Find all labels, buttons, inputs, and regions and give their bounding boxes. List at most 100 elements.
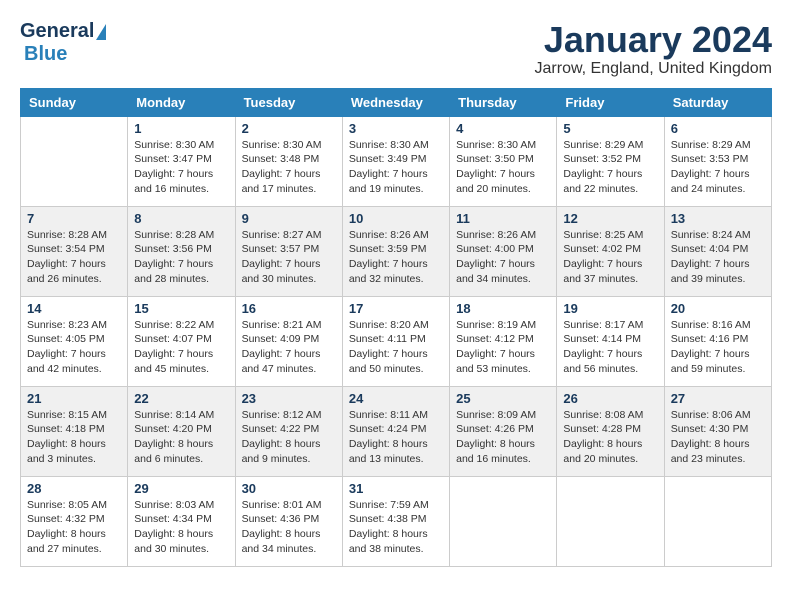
- day-info: Sunrise: 7:59 AM Sunset: 4:38 PM Dayligh…: [349, 498, 443, 557]
- table-row: 14Sunrise: 8:23 AM Sunset: 4:05 PM Dayli…: [21, 296, 128, 386]
- header-friday: Friday: [557, 88, 664, 116]
- table-row: 23 Sunrise: 8:12 AM Sunset: 4:22 PM Dayli…: [235, 386, 342, 476]
- calendar-header-row: Sunday Monday Tuesday Wednesday Thursday…: [21, 88, 772, 116]
- day-number: 15: [134, 301, 228, 316]
- calendar-week-row: 28Sunrise: 8:05 AM Sunset: 4:32 PM Dayli…: [21, 476, 772, 566]
- table-row: 26 Sunrise: 8:08 AM Sunset: 4:28 PM Dayli…: [557, 386, 664, 476]
- day-info: Sunrise: 8:01 AM Sunset: 4:36 PM Dayligh…: [242, 498, 336, 557]
- day-number: 29: [134, 481, 228, 496]
- day-number: 17: [349, 301, 443, 316]
- table-row: 25Sunrise: 8:09 AM Sunset: 4:26 PM Dayli…: [450, 386, 557, 476]
- table-row: 16Sunrise: 8:21 AM Sunset: 4:09 PM Dayli…: [235, 296, 342, 386]
- header-thursday: Thursday: [450, 88, 557, 116]
- day-info: Sunrise: 8:30 AM Sunset: 3:47 PM Dayligh…: [134, 138, 228, 197]
- table-row: 22 Sunrise: 8:14 AM Sunset: 4:20 PM Dayli…: [128, 386, 235, 476]
- title-area: January 2024 Jarrow, England, United Kin…: [535, 20, 772, 78]
- day-number: 12: [563, 211, 657, 226]
- day-info: Sunrise: 8:24 AM Sunset: 4:04 PM Dayligh…: [671, 228, 765, 287]
- table-row: [557, 476, 664, 566]
- location-title: Jarrow, England, United Kingdom: [535, 60, 772, 78]
- table-row: 27Sunrise: 8:06 AM Sunset: 4:30 PM Dayli…: [664, 386, 771, 476]
- calendar-week-row: 1 Sunrise: 8:30 AM Sunset: 3:47 PM Daylig…: [21, 116, 772, 206]
- day-info: Sunrise: 8:19 AM Sunset: 4:12 PM Dayligh…: [456, 318, 550, 377]
- day-info: Sunrise: 8:08 AM Sunset: 4:28 PM Dayligh…: [563, 408, 657, 467]
- day-info: Sunrise: 8:25 AM Sunset: 4:02 PM Dayligh…: [563, 228, 657, 287]
- table-row: 30Sunrise: 8:01 AM Sunset: 4:36 PM Dayli…: [235, 476, 342, 566]
- table-row: 15 Sunrise: 8:22 AM Sunset: 4:07 PM Dayli…: [128, 296, 235, 386]
- header-monday: Monday: [128, 88, 235, 116]
- day-number: 10: [349, 211, 443, 226]
- day-number: 11: [456, 211, 550, 226]
- day-info: Sunrise: 8:29 AM Sunset: 3:53 PM Dayligh…: [671, 138, 765, 197]
- table-row: 24 Sunrise: 8:11 AM Sunset: 4:24 PM Dayli…: [342, 386, 449, 476]
- table-row: 5 Sunrise: 8:29 AM Sunset: 3:52 PM Daylig…: [557, 116, 664, 206]
- day-info: Sunrise: 8:16 AM Sunset: 4:16 PM Dayligh…: [671, 318, 765, 377]
- day-number: 13: [671, 211, 765, 226]
- calendar-week-row: 14Sunrise: 8:23 AM Sunset: 4:05 PM Dayli…: [21, 296, 772, 386]
- day-info: Sunrise: 8:11 AM Sunset: 4:24 PM Dayligh…: [349, 408, 443, 467]
- day-number: 31: [349, 481, 443, 496]
- day-info: Sunrise: 8:17 AM Sunset: 4:14 PM Dayligh…: [563, 318, 657, 377]
- table-row: [21, 116, 128, 206]
- day-number: 20: [671, 301, 765, 316]
- day-info: Sunrise: 8:20 AM Sunset: 4:11 PM Dayligh…: [349, 318, 443, 377]
- day-info: Sunrise: 8:30 AM Sunset: 3:49 PM Dayligh…: [349, 138, 443, 197]
- day-info: Sunrise: 8:23 AM Sunset: 4:05 PM Dayligh…: [27, 318, 121, 377]
- header-tuesday: Tuesday: [235, 88, 342, 116]
- day-number: 5: [563, 121, 657, 136]
- day-info: Sunrise: 8:29 AM Sunset: 3:52 PM Dayligh…: [563, 138, 657, 197]
- day-info: Sunrise: 8:30 AM Sunset: 3:50 PM Dayligh…: [456, 138, 550, 197]
- day-number: 3: [349, 121, 443, 136]
- table-row: [450, 476, 557, 566]
- day-info: Sunrise: 8:15 AM Sunset: 4:18 PM Dayligh…: [27, 408, 121, 467]
- day-number: 19: [563, 301, 657, 316]
- day-number: 23: [242, 391, 336, 406]
- logo-general-text: General: [20, 20, 94, 43]
- day-info: Sunrise: 8:09 AM Sunset: 4:26 PM Dayligh…: [456, 408, 550, 467]
- day-info: Sunrise: 8:06 AM Sunset: 4:30 PM Dayligh…: [671, 408, 765, 467]
- day-number: 21: [27, 391, 121, 406]
- calendar-week-row: 21 Sunrise: 8:15 AM Sunset: 4:18 PM Dayli…: [21, 386, 772, 476]
- table-row: 31 Sunrise: 7:59 AM Sunset: 4:38 PM Dayli…: [342, 476, 449, 566]
- day-number: 26: [563, 391, 657, 406]
- page-header: General Blue January 2024 Jarrow, Englan…: [20, 20, 772, 78]
- day-number: 18: [456, 301, 550, 316]
- day-info: Sunrise: 8:28 AM Sunset: 3:56 PM Dayligh…: [134, 228, 228, 287]
- day-info: Sunrise: 8:26 AM Sunset: 4:00 PM Dayligh…: [456, 228, 550, 287]
- table-row: 3 Sunrise: 8:30 AM Sunset: 3:49 PM Daylig…: [342, 116, 449, 206]
- table-row: 6 Sunrise: 8:29 AM Sunset: 3:53 PM Daylig…: [664, 116, 771, 206]
- table-row: 12 Sunrise: 8:25 AM Sunset: 4:02 PM Dayli…: [557, 206, 664, 296]
- calendar-week-row: 7Sunrise: 8:28 AM Sunset: 3:54 PM Daylig…: [21, 206, 772, 296]
- day-number: 1: [134, 121, 228, 136]
- table-row: 19 Sunrise: 8:17 AM Sunset: 4:14 PM Dayli…: [557, 296, 664, 386]
- table-row: [664, 476, 771, 566]
- day-info: Sunrise: 8:21 AM Sunset: 4:09 PM Dayligh…: [242, 318, 336, 377]
- table-row: 4 Sunrise: 8:30 AM Sunset: 3:50 PM Daylig…: [450, 116, 557, 206]
- day-info: Sunrise: 8:12 AM Sunset: 4:22 PM Dayligh…: [242, 408, 336, 467]
- table-row: 13 Sunrise: 8:24 AM Sunset: 4:04 PM Dayli…: [664, 206, 771, 296]
- day-info: Sunrise: 8:26 AM Sunset: 3:59 PM Dayligh…: [349, 228, 443, 287]
- table-row: 2Sunrise: 8:30 AM Sunset: 3:48 PM Daylig…: [235, 116, 342, 206]
- calendar-table: Sunday Monday Tuesday Wednesday Thursday…: [20, 88, 772, 567]
- day-number: 6: [671, 121, 765, 136]
- table-row: 29Sunrise: 8:03 AM Sunset: 4:34 PM Dayli…: [128, 476, 235, 566]
- day-info: Sunrise: 8:05 AM Sunset: 4:32 PM Dayligh…: [27, 498, 121, 557]
- logo-blue-text: Blue: [24, 43, 67, 65]
- day-info: Sunrise: 8:30 AM Sunset: 3:48 PM Dayligh…: [242, 138, 336, 197]
- table-row: 8Sunrise: 8:28 AM Sunset: 3:56 PM Daylig…: [128, 206, 235, 296]
- day-number: 7: [27, 211, 121, 226]
- logo: General Blue: [20, 20, 106, 66]
- table-row: 10 Sunrise: 8:26 AM Sunset: 3:59 PM Dayli…: [342, 206, 449, 296]
- day-number: 22: [134, 391, 228, 406]
- day-info: Sunrise: 8:14 AM Sunset: 4:20 PM Dayligh…: [134, 408, 228, 467]
- day-info: Sunrise: 8:22 AM Sunset: 4:07 PM Dayligh…: [134, 318, 228, 377]
- table-row: 20 Sunrise: 8:16 AM Sunset: 4:16 PM Dayli…: [664, 296, 771, 386]
- table-row: 11 Sunrise: 8:26 AM Sunset: 4:00 PM Dayli…: [450, 206, 557, 296]
- header-wednesday: Wednesday: [342, 88, 449, 116]
- table-row: 17 Sunrise: 8:20 AM Sunset: 4:11 PM Dayli…: [342, 296, 449, 386]
- day-number: 9: [242, 211, 336, 226]
- day-info: Sunrise: 8:27 AM Sunset: 3:57 PM Dayligh…: [242, 228, 336, 287]
- table-row: 18 Sunrise: 8:19 AM Sunset: 4:12 PM Dayli…: [450, 296, 557, 386]
- day-number: 4: [456, 121, 550, 136]
- day-number: 24: [349, 391, 443, 406]
